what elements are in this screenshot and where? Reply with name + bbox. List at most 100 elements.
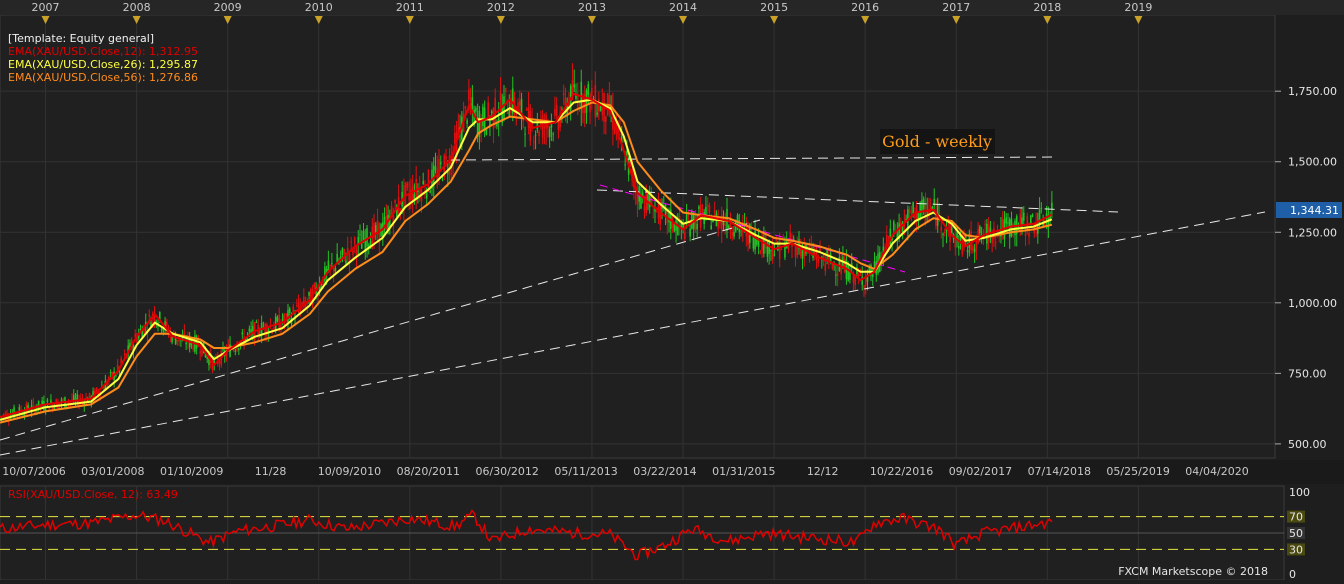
year-label: 2012: [487, 1, 515, 14]
candle-body: [759, 251, 762, 253]
candle-body: [422, 180, 425, 185]
candle-body: [590, 87, 593, 97]
candle-body: [374, 225, 377, 233]
candle-body: [991, 237, 993, 243]
candle-body: [893, 221, 895, 231]
candle-body: [534, 134, 537, 136]
date-label: 01/10/2009: [160, 465, 223, 478]
candle-body: [1005, 217, 1008, 224]
candle-body: [1051, 202, 1053, 210]
candle-body: [471, 97, 474, 110]
candle-body: [972, 245, 974, 251]
date-label: 05/11/2013: [554, 465, 617, 478]
candle-body: [123, 353, 126, 355]
candle-body: [961, 236, 964, 255]
candle-body: [763, 238, 765, 254]
date-label: 03/01/2008: [81, 465, 144, 478]
rsi-tick-label: 50: [1289, 527, 1303, 540]
candle-body: [76, 394, 79, 400]
candle-body: [533, 141, 535, 143]
candle-body: [366, 227, 368, 247]
candle-body: [46, 399, 49, 403]
candle-body: [292, 306, 295, 313]
date-label: 01/31/2015: [712, 465, 775, 478]
candle-body: [710, 225, 713, 230]
candle-body: [1022, 212, 1025, 221]
candle-body: [241, 332, 244, 335]
rsi-legend[interactable]: RSI(XAU/USD.Close, 12): 63.49: [8, 488, 178, 501]
candle-body: [218, 360, 221, 364]
candle-body: [490, 111, 493, 114]
candle-body: [938, 212, 941, 214]
candle-body: [1021, 217, 1023, 225]
candle-body: [599, 105, 602, 112]
candle-body: [288, 308, 291, 314]
candle-body: [331, 263, 333, 265]
candle-body: [176, 339, 179, 342]
date-label: 10/07/2006: [2, 465, 65, 478]
candle-body: [109, 372, 112, 374]
candle-body: [427, 170, 430, 190]
candle-body: [313, 283, 316, 288]
candle-body: [464, 106, 467, 109]
candle-body: [585, 90, 588, 114]
candle-body: [587, 84, 590, 95]
footer-brand: FXCM Marketscope © 2018: [1118, 565, 1268, 578]
candle-body: [912, 202, 914, 214]
candle-body: [468, 89, 470, 101]
candle-body: [248, 328, 251, 332]
legend-ema12[interactable]: EMA(XAU/USD.Close,12): 1,312.95: [8, 45, 198, 58]
candle-body: [1028, 232, 1030, 237]
candle-body: [543, 126, 546, 129]
candle-body: [696, 223, 698, 230]
candle-body: [359, 234, 361, 236]
candle-body: [863, 285, 865, 289]
year-label: 2018: [1033, 1, 1061, 14]
chart-canvas[interactable]: 2007 2008 2009 2010 2011 2012 2013 2014 2015 2016…: [0, 0, 1344, 581]
date-label: 03/22/2014: [633, 465, 696, 478]
candle-body: [276, 317, 279, 322]
candle-body: [504, 87, 507, 92]
last-price-marker: 1,344.31: [1276, 202, 1342, 218]
candle-body: [538, 131, 540, 137]
candle-body: [835, 274, 837, 276]
candle-body: [174, 338, 177, 345]
candle-body: [771, 244, 774, 260]
candle-body: [562, 93, 565, 96]
candle-body: [192, 344, 194, 350]
legend-ema26[interactable]: EMA(XAU/USD.Close,26): 1,295.87: [8, 58, 198, 71]
candle-body: [857, 274, 860, 276]
candle-body: [789, 232, 792, 240]
candle-body: [494, 97, 497, 125]
candle-body: [989, 227, 992, 233]
legend-ema56[interactable]: EMA(XAU/USD.Close,56): 1,276.86: [8, 71, 198, 84]
candle-body: [973, 248, 976, 253]
candle-body: [817, 258, 820, 263]
candle-body: [285, 313, 288, 316]
candle-body: [824, 263, 827, 271]
candle-body: [503, 96, 505, 120]
candle-body: [942, 233, 944, 236]
candle-body: [573, 84, 576, 88]
candle-body: [518, 100, 521, 106]
candle-body: [871, 273, 874, 278]
year-label: 2010: [305, 1, 333, 14]
date-label: 11/28: [255, 465, 287, 478]
year-label: 2017: [942, 1, 970, 14]
candle-body: [994, 242, 997, 244]
candle-body: [287, 309, 289, 323]
candle-body: [183, 332, 186, 336]
year-label: 2009: [214, 1, 242, 14]
candle-body: [238, 348, 240, 351]
candle-body: [350, 241, 353, 243]
candle-body: [552, 133, 554, 135]
candle-body: [295, 305, 298, 307]
candle-body: [48, 408, 50, 410]
candle-body: [524, 133, 526, 135]
candle-body: [441, 179, 444, 181]
rsi-tick-label: 70: [1289, 511, 1303, 524]
year-label: 2013: [578, 1, 606, 14]
candle-body: [908, 209, 911, 214]
candle-body: [840, 262, 842, 275]
chart-title-box[interactable]: Gold - weekly: [880, 129, 995, 154]
